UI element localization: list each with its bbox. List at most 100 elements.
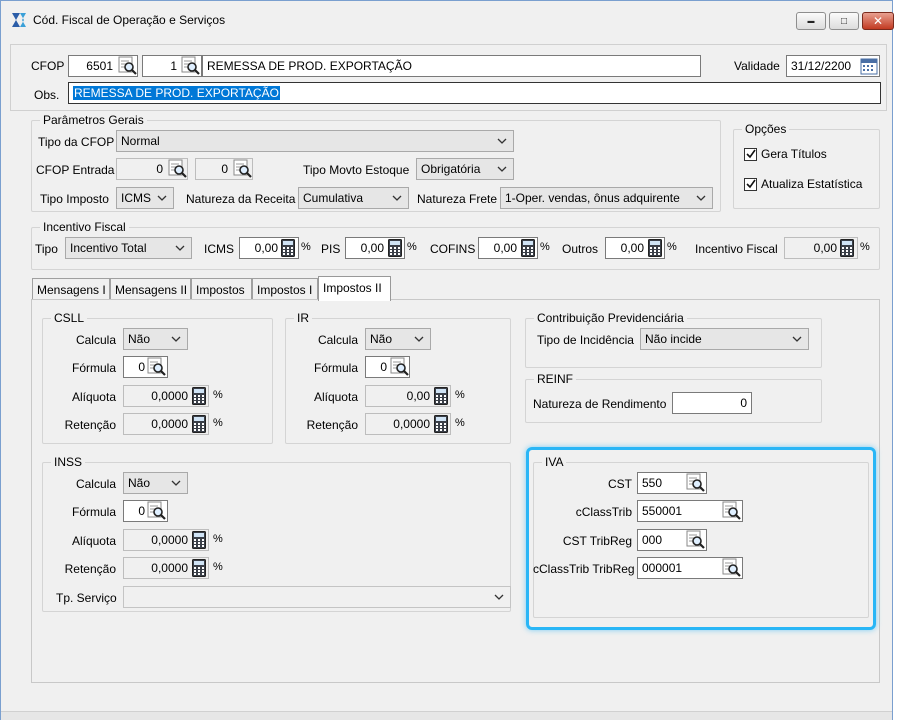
chevron-down-icon (792, 334, 802, 344)
cfop-code-value: 6501 (86, 59, 113, 73)
natureza-frete-select[interactable]: 1-Oper. vendas, ônus adquirente (500, 187, 713, 209)
csll-formula-value: 0 (138, 360, 145, 374)
calculator-icon[interactable] (192, 531, 206, 549)
calculator-icon[interactable] (434, 415, 448, 433)
csll-calcula-value: Não (128, 332, 151, 346)
tab-impostos-i[interactable]: Impostos I (252, 278, 318, 300)
chevron-down-icon (497, 164, 507, 174)
tipo-cfop-label: Tipo da CFOP (38, 135, 115, 149)
tab-impostos-ii[interactable]: Impostos II (318, 276, 391, 301)
incentivo-pis-value: 0,00 (360, 241, 384, 255)
tab-label: Impostos II (323, 281, 382, 295)
natureza-receita-select[interactable]: Cumulativa (298, 187, 409, 209)
percent-sign: % (213, 417, 223, 429)
ir-formula-label: Fórmula (313, 361, 358, 375)
percent-sign: % (213, 533, 223, 545)
ir-title: IR (294, 311, 312, 325)
ir-calcula-select[interactable]: Não (365, 328, 431, 350)
inss-calcula-label: Calcula (75, 477, 116, 491)
calculator-icon[interactable] (192, 387, 206, 405)
close-button[interactable]: ✕ (862, 12, 894, 30)
percent-sign: % (213, 389, 223, 401)
tipo-imposto-value: ICMS (121, 191, 151, 205)
atualiza-estatistica-checkbox[interactable] (744, 178, 757, 191)
inss-aliquota-label: Alíquota (71, 534, 116, 548)
calculator-icon[interactable] (840, 239, 854, 257)
incentivo-fiscal-title: Incentivo Fiscal (40, 220, 129, 234)
magnifier-icon[interactable] (233, 159, 253, 179)
incentivo-fiscal-value: 0,00 (813, 241, 837, 255)
incentivo-tipo-select[interactable]: Incentivo Total (65, 237, 192, 259)
calculator-icon[interactable] (281, 239, 295, 257)
csll-aliquota-value: 0,0000 (151, 389, 188, 403)
calendar-icon[interactable] (860, 57, 878, 75)
opcoes-group: Opções (733, 122, 880, 209)
percent-sign: % (540, 241, 550, 253)
inss-retencao-value: 0,0000 (151, 561, 188, 575)
tipo-movto-label: Tipo Movto Estoque (303, 163, 410, 177)
calculator-icon[interactable] (192, 559, 206, 577)
incentivo-pis-label: PIS (321, 242, 341, 256)
percent-sign: % (301, 241, 311, 253)
chevron-down-icon (157, 193, 167, 203)
validade-value: 31/12/2200 (791, 59, 852, 73)
tipo-movto-value: Obrigatória (421, 162, 481, 176)
tab-label: Impostos I (257, 283, 313, 297)
tipo-cfop-select[interactable]: Normal (116, 130, 514, 152)
cfop-description-input[interactable]: REMESSA DE PROD. EXPORTAÇÃO (202, 55, 701, 77)
cfop-entrada-value-1: 0 (156, 162, 163, 176)
magnifier-icon[interactable] (118, 56, 138, 76)
incentivo-fiscal-value-label: Incentivo Fiscal (695, 242, 778, 256)
calculator-icon[interactable] (648, 239, 662, 257)
close-icon: ✕ (872, 14, 884, 28)
magnifier-icon[interactable] (390, 357, 410, 377)
calculator-icon[interactable] (192, 415, 206, 433)
title-bar[interactable]: Cód. Fiscal de Operação e Serviços ▬ □ ✕ (1, 1, 894, 39)
percent-sign: % (860, 241, 870, 253)
natureza-rendimento-input[interactable]: 0 (672, 392, 752, 414)
tipo-imposto-select[interactable]: ICMS (116, 187, 174, 209)
csll-retencao-value: 0,0000 (151, 417, 188, 431)
tipo-incidencia-select[interactable]: Não incide (640, 328, 809, 350)
magnifier-icon[interactable] (147, 501, 167, 521)
chevron-down-icon (696, 193, 706, 203)
gera-titulos-checkbox[interactable] (744, 148, 757, 161)
tab-impostos[interactable]: Impostos (191, 278, 252, 300)
reinf-title: REINF (534, 372, 576, 386)
ir-aliquota-value: 0,00 (406, 389, 430, 403)
cfop-description-value: REMESSA DE PROD. EXPORTAÇÃO (207, 59, 412, 73)
inss-calcula-select[interactable]: Não (123, 472, 188, 494)
validade-label: Validade (734, 59, 780, 73)
tab-mensagens-i[interactable]: Mensagens I (32, 278, 110, 300)
ir-calcula-label: Calcula (317, 333, 358, 347)
obs-input[interactable]: REMESSA DE PROD. EXPORTAÇÃO (68, 82, 881, 104)
natureza-frete-value: 1-Oper. vendas, ônus adquirente (505, 191, 680, 205)
cfop-label: CFOP (31, 59, 65, 73)
calculator-icon[interactable] (521, 239, 535, 257)
tab-label: Mensagens I (37, 283, 106, 297)
incentivo-icms-label: ICMS (204, 242, 234, 256)
tp-servico-select[interactable] (123, 586, 511, 608)
magnifier-icon[interactable] (181, 56, 201, 76)
inss-formula-value: 0 (138, 504, 145, 518)
tipo-movto-select[interactable]: Obrigatória (416, 158, 514, 180)
minimize-icon: ▬ (807, 17, 815, 25)
magnifier-icon[interactable] (168, 159, 188, 179)
main-window: Cód. Fiscal de Operação e Serviços ▬ □ ✕… (0, 0, 894, 720)
calculator-icon[interactable] (388, 239, 402, 257)
ir-retencao-value: 0,0000 (393, 417, 430, 431)
tab-label: Impostos (196, 283, 245, 297)
tipo-cfop-value: Normal (121, 134, 160, 148)
csll-calcula-label: Calcula (75, 333, 116, 347)
maximize-button[interactable]: □ (829, 12, 859, 30)
calculator-icon[interactable] (434, 387, 448, 405)
minimize-button[interactable]: ▬ (796, 12, 826, 30)
magnifier-icon[interactable] (147, 357, 167, 377)
chevron-down-icon (175, 243, 185, 253)
tab-mensagens-ii[interactable]: Mensagens II (110, 278, 191, 300)
inss-aliquota-value: 0,0000 (151, 533, 188, 547)
ir-retencao-label: Retenção (306, 418, 358, 432)
csll-calcula-select[interactable]: Não (123, 328, 188, 350)
tipo-incidencia-value: Não incide (645, 332, 702, 346)
cfop-entrada-label: CFOP Entrada (36, 163, 115, 177)
